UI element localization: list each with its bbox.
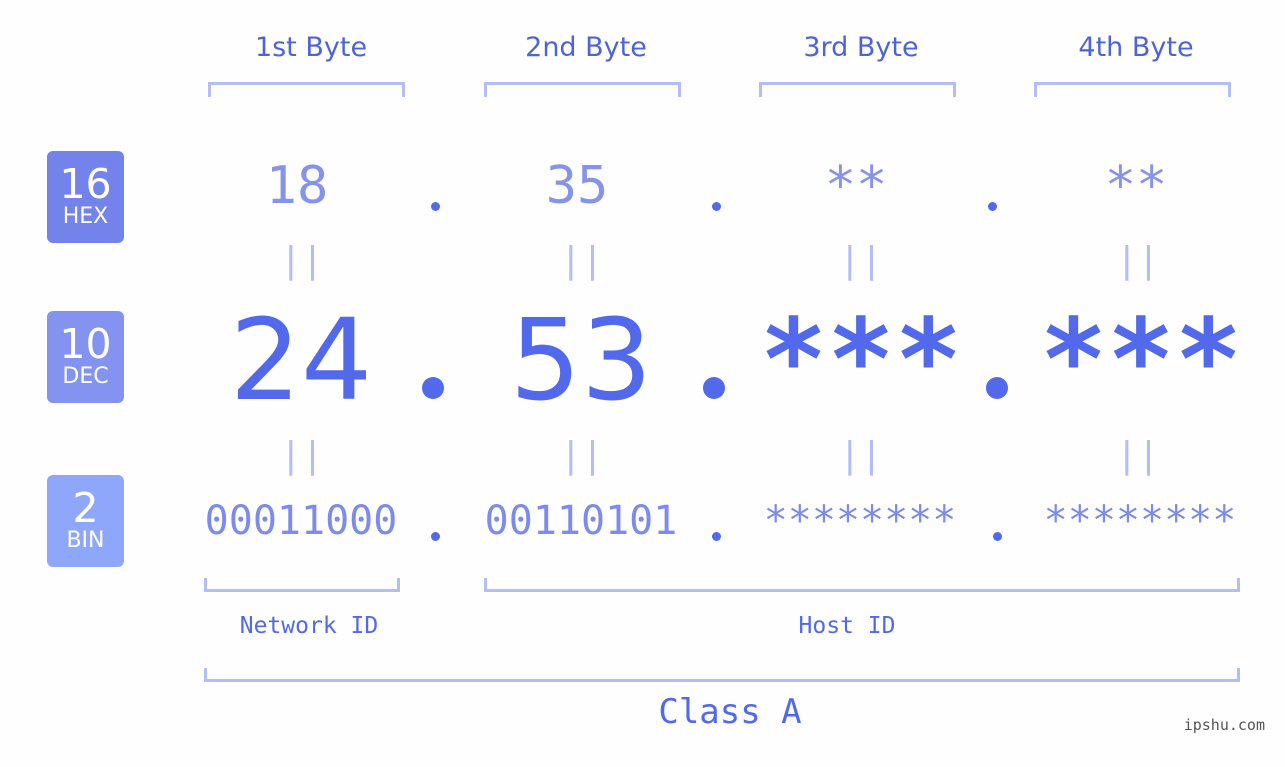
byte-label-2: 2nd Byte (525, 32, 647, 63)
dec-badge: 10 DEC (47, 311, 124, 403)
hex-value-3: ** (824, 156, 888, 216)
dec-separator-dot (703, 377, 725, 399)
bin-badge-number: 2 (72, 484, 99, 532)
byte-label-1: 1st Byte (254, 32, 368, 63)
dec-separator-dot (422, 377, 444, 399)
hex-value-1: 18 (265, 156, 329, 216)
host-id-bracket (484, 578, 1240, 592)
dec-value-3: *** (759, 296, 963, 426)
equals-sign: || (839, 240, 883, 281)
network-id-label: Network ID (239, 613, 379, 639)
watermark: ipshu.com (1183, 716, 1265, 734)
bin-separator-dot (712, 532, 721, 541)
class-bracket (204, 668, 1240, 682)
bin-badge: 2 BIN (47, 475, 124, 567)
dec-separator-dot (986, 377, 1008, 399)
bin-value-4: ******** (1043, 498, 1237, 544)
dec-value-4: *** (1039, 296, 1243, 426)
host-id-label: Host ID (798, 613, 896, 639)
hex-value-4: ** (1104, 156, 1168, 216)
bin-badge-label: BIN (66, 528, 105, 553)
hex-value-2: 35 (545, 156, 609, 216)
dec-badge-number: 10 (59, 320, 112, 368)
dec-badge-label: DEC (62, 364, 109, 389)
hex-separator-dot (712, 202, 721, 211)
hex-separator-dot (431, 202, 440, 211)
network-id-bracket (204, 578, 400, 592)
bin-value-2: 00110101 (484, 498, 678, 544)
equals-sign: || (560, 240, 604, 281)
equals-sign: || (280, 435, 324, 476)
hex-separator-dot (988, 202, 997, 211)
bin-value-1: 00011000 (204, 498, 398, 544)
byte-bracket-3 (759, 82, 956, 97)
equals-sign: || (560, 435, 604, 476)
byte-bracket-2 (484, 82, 681, 97)
dec-value-1: 24 (229, 296, 373, 426)
equals-sign: || (1116, 240, 1160, 281)
bin-separator-dot (993, 532, 1002, 541)
byte-bracket-1 (208, 82, 405, 97)
byte-label-3: 3rd Byte (803, 32, 919, 63)
hex-badge-number: 16 (59, 160, 112, 208)
bin-value-3: ******** (763, 498, 957, 544)
byte-bracket-4 (1034, 82, 1231, 97)
hex-badge: 16 HEX (47, 151, 124, 243)
class-label: Class A (658, 692, 802, 732)
equals-sign: || (280, 240, 324, 281)
equals-sign: || (1116, 435, 1160, 476)
bin-separator-dot (431, 532, 440, 541)
byte-label-4: 4th Byte (1078, 32, 1194, 63)
hex-badge-label: HEX (62, 204, 109, 229)
dec-value-2: 53 (509, 296, 653, 426)
equals-sign: || (839, 435, 883, 476)
